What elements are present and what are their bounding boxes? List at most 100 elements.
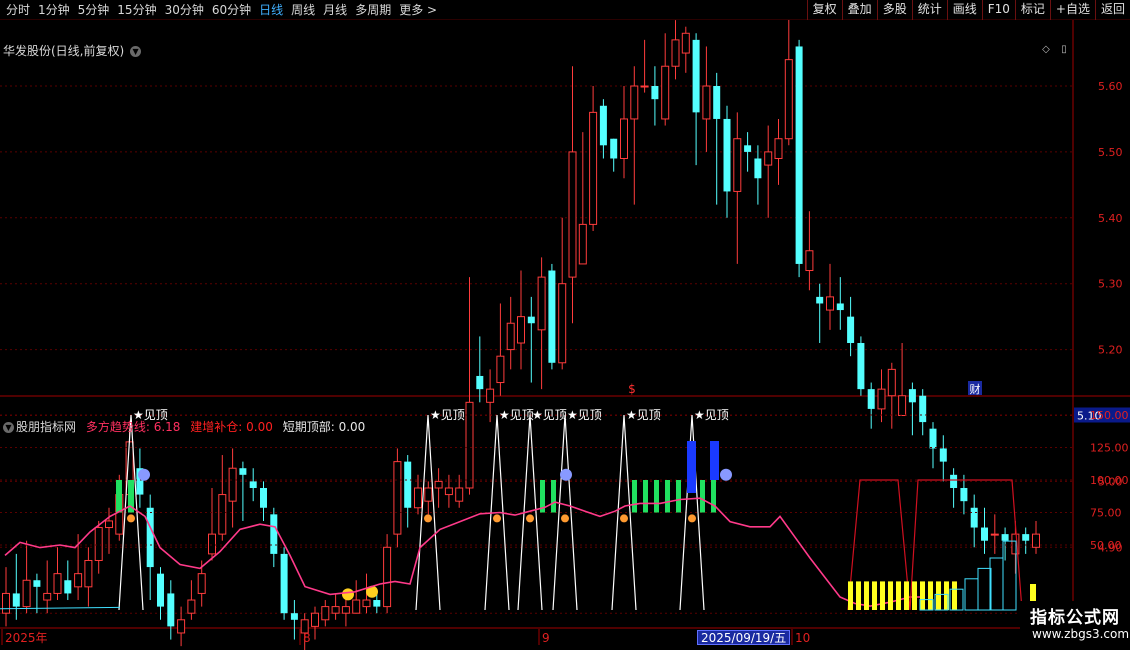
candle-body-down bbox=[723, 118, 731, 192]
tab-daily[interactable]: 日线 bbox=[255, 0, 287, 20]
yellow-signal-bar bbox=[848, 581, 853, 610]
tab-weekly[interactable]: 周线 bbox=[287, 0, 319, 20]
candle-body-up bbox=[661, 65, 670, 120]
yellow-signal-bar bbox=[952, 581, 957, 610]
mark-button[interactable]: 标记 bbox=[1014, 0, 1050, 20]
fuquan-button[interactable]: 复权 bbox=[806, 0, 842, 20]
candle-body-down bbox=[713, 86, 721, 119]
candle-body-down bbox=[651, 86, 659, 100]
tab-60min[interactable]: 60分钟 bbox=[208, 0, 255, 20]
finance-marker: 财 bbox=[970, 382, 981, 396]
draw-line-button[interactable]: 画线 bbox=[946, 0, 982, 20]
date-label: 9 bbox=[542, 631, 550, 645]
tab-5min[interactable]: 5分钟 bbox=[74, 0, 114, 20]
candle-body-down bbox=[599, 105, 607, 146]
overlay-button[interactable]: 叠加 bbox=[841, 0, 877, 20]
tab-1min[interactable]: 1分钟 bbox=[34, 0, 74, 20]
yellow-signal-bar bbox=[920, 581, 925, 610]
restore-panel-icon[interactable]: ▯ bbox=[1058, 44, 1070, 56]
indicator-tick-label: 125.00 bbox=[1090, 442, 1129, 455]
tab-fenshi[interactable]: 分时 bbox=[2, 0, 34, 20]
baseline-line bbox=[0, 606, 121, 610]
candle-body-up bbox=[434, 480, 443, 489]
statistics-button[interactable]: 统计 bbox=[911, 0, 947, 20]
candle-body-down bbox=[692, 39, 700, 113]
price-tick-label: 5.40 bbox=[1098, 212, 1123, 225]
date-label: 10 bbox=[795, 631, 810, 645]
candle-body-up bbox=[702, 85, 711, 120]
top-signal-label: ★见顶 bbox=[499, 408, 534, 422]
tab-monthly[interactable]: 月线 bbox=[319, 0, 351, 20]
top-signal-label: ★见顶 bbox=[694, 408, 729, 422]
candle-body-up bbox=[887, 368, 896, 397]
candle-body-down bbox=[33, 580, 41, 587]
tab-multi-period[interactable]: 多周期 bbox=[351, 0, 395, 20]
diamond-icon[interactable]: ◇ bbox=[1040, 44, 1052, 56]
candle-body-up bbox=[197, 573, 206, 594]
candle-body-down bbox=[476, 375, 484, 390]
candle-body-up bbox=[774, 138, 783, 159]
candle-body-up bbox=[877, 388, 886, 410]
candle-body-up bbox=[84, 559, 93, 588]
candle-body-up bbox=[681, 32, 690, 54]
chevron-down-icon[interactable]: ▼ bbox=[130, 46, 142, 57]
tab-more[interactable]: 更多 > bbox=[395, 0, 441, 20]
multi-stock-button[interactable]: 多股 bbox=[876, 0, 912, 20]
period-tabs: 分时 1分钟 5分钟 15分钟 30分钟 60分钟 日线 周线 月线 多周期 更… bbox=[2, 0, 441, 20]
runner-icon bbox=[561, 514, 569, 523]
tab-30min[interactable]: 30分钟 bbox=[161, 0, 208, 20]
candle-body-up bbox=[640, 85, 649, 88]
chevron-down-icon[interactable]: ▼ bbox=[3, 422, 14, 433]
candle-body-up bbox=[424, 487, 433, 502]
panel-icons: ◇ ▯ bbox=[1040, 44, 1070, 56]
watermark-logo: 指标公式网 www.zbgs3.com bbox=[1020, 601, 1130, 647]
candle-body-up bbox=[784, 59, 793, 140]
green-signal-block bbox=[654, 480, 659, 513]
candle-body-up bbox=[177, 619, 186, 634]
indicator-legend[interactable]: ▼ 股朋指标网 多方趋势线: 6.18 建增补仓: 0.00 短期顶部: 0.00 bbox=[3, 418, 365, 435]
green-signal-block bbox=[116, 480, 122, 513]
candle-body-up bbox=[53, 573, 62, 594]
price-annotations: 5.744.71$财 bbox=[628, 381, 982, 396]
candle-body-up bbox=[805, 250, 814, 272]
candle-body-up bbox=[187, 599, 196, 614]
stock-title[interactable]: 华发股份(日线,前复权) ▼ bbox=[3, 42, 142, 59]
price-tick-label: 5.30 bbox=[1098, 278, 1123, 291]
candle-body-down bbox=[610, 138, 618, 159]
candle-body-up bbox=[362, 599, 371, 608]
candle-body-up bbox=[74, 573, 83, 588]
green-signal-block bbox=[665, 480, 670, 513]
cyan-step-bar bbox=[989, 557, 1004, 611]
candle-body-down bbox=[1022, 534, 1030, 541]
candle-body-up bbox=[228, 467, 237, 502]
green-signal-block bbox=[711, 480, 716, 513]
candle-body-down bbox=[929, 428, 937, 449]
candle-body-down bbox=[960, 487, 968, 502]
sad-face-icon bbox=[560, 468, 572, 481]
chart-area[interactable]: 5.605.505.405.305.205.105.004.904.805.10… bbox=[0, 20, 1130, 650]
green-signal-block bbox=[676, 480, 681, 513]
candle-body-down bbox=[836, 303, 844, 311]
yellow-signal-bar bbox=[936, 581, 941, 610]
tab-15min[interactable]: 15分钟 bbox=[113, 0, 160, 20]
f10-button[interactable]: F10 bbox=[981, 0, 1015, 20]
candle-body-up bbox=[94, 527, 103, 561]
indicator-axis: 150.00 125.00 100.00 75.00 50.00 bbox=[1090, 409, 1129, 552]
sad-face-icon bbox=[138, 468, 150, 481]
indicator-tick-label: 100.00 bbox=[1090, 474, 1129, 487]
add-watchlist-button[interactable]: +自选 bbox=[1049, 0, 1095, 20]
candle-body-down bbox=[950, 474, 958, 488]
price-tick-label: 5.20 bbox=[1098, 344, 1123, 357]
top-signal-label: ★见顶 bbox=[532, 408, 567, 422]
top-toolbar: 分时 1分钟 5分钟 15分钟 30分钟 60分钟 日线 周线 月线 多周期 更… bbox=[0, 0, 1130, 20]
indicator-tick-label: 50.00 bbox=[1090, 539, 1122, 552]
candle-body-down bbox=[249, 481, 257, 488]
top-signal-label: ★见顶 bbox=[567, 408, 602, 422]
back-button[interactable]: 返回 bbox=[1094, 0, 1130, 20]
candle-body-up bbox=[578, 223, 587, 265]
candle-body-down bbox=[744, 145, 752, 152]
cyan-step-bar bbox=[964, 578, 979, 611]
candle-body-down bbox=[280, 553, 288, 614]
kline-chart-svg[interactable]: 5.605.505.405.305.205.105.004.904.805.10… bbox=[0, 20, 1130, 650]
candle-body-up bbox=[105, 520, 113, 529]
